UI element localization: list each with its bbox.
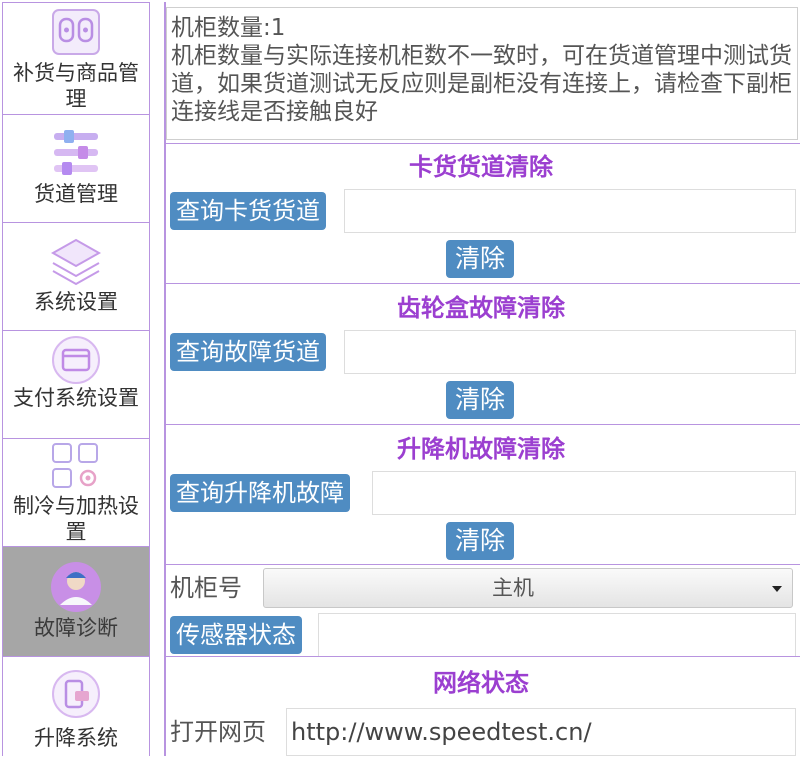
cabinet-info: 机柜数量:1 机柜数量与实际连接机柜数不一致时，可在货道管理中测试货道，如果货道… bbox=[166, 7, 798, 140]
query-stuck-button[interactable]: 查询卡货货道 bbox=[170, 192, 326, 230]
url-field[interactable]: http://www.speedtest.cn/ bbox=[286, 708, 796, 756]
sidebar-item-diagnostics[interactable]: 故障诊断 bbox=[3, 547, 149, 657]
sidebar-item-cooling[interactable]: 制冷与加热设置 bbox=[3, 439, 149, 547]
sidebar-item-label: 制冷与加热设置 bbox=[13, 494, 139, 544]
card-icon bbox=[51, 335, 101, 389]
lift-result-field[interactable] bbox=[372, 471, 796, 515]
lift-icon bbox=[51, 669, 101, 723]
clear-lift-button[interactable]: 清除 bbox=[446, 522, 514, 560]
cabinet-select[interactable]: 主机 bbox=[263, 568, 793, 608]
network-status-title: 网络状态 bbox=[433, 669, 529, 697]
sidebar-item-lift[interactable]: 升降系统 bbox=[3, 657, 149, 757]
query-lift-button[interactable]: 查询升降机故障 bbox=[170, 474, 350, 512]
cabinet-count: 机柜数量:1 bbox=[171, 15, 286, 41]
sidebar-item-label: 升降系统 bbox=[34, 726, 118, 750]
sensor-status-button[interactable]: 传感器状态 bbox=[170, 616, 302, 654]
sidebar-item-payment[interactable]: 支付系统设置 bbox=[3, 331, 149, 439]
sidebar-item-channel[interactable]: 货道管理 bbox=[3, 115, 149, 223]
query-gearbox-button[interactable]: 查询故障货道 bbox=[170, 333, 326, 371]
clear-gearbox-button[interactable]: 清除 bbox=[446, 381, 514, 419]
stuck-result-field[interactable] bbox=[344, 189, 796, 233]
divider bbox=[166, 564, 800, 565]
sidebar-item-system[interactable]: 系统设置 bbox=[3, 223, 149, 331]
chevron-down-icon bbox=[772, 586, 782, 592]
gearbox-result-field[interactable] bbox=[344, 330, 796, 374]
layers-icon bbox=[49, 237, 103, 291]
technician-icon bbox=[50, 561, 102, 617]
sidebar-item-label: 支付系统设置 bbox=[13, 386, 139, 410]
diagnostics-panel: 机柜数量:1 机柜数量与实际连接机柜数不一致时，可在货道管理中测试货道，如果货道… bbox=[164, 2, 800, 756]
sidebar-item-label: 故障诊断 bbox=[34, 616, 118, 640]
divider bbox=[166, 283, 800, 284]
stuck-channel-title: 卡货货道清除 bbox=[409, 153, 553, 181]
cabinet-label: 机柜号 bbox=[170, 574, 242, 602]
sidebar-item-label: 补货与商品管理 bbox=[13, 61, 139, 111]
divider bbox=[166, 143, 800, 144]
open-page-label: 打开网页 bbox=[170, 718, 266, 746]
cabinet-select-value: 主机 bbox=[492, 576, 534, 600]
restock-icon bbox=[50, 7, 102, 61]
sidebar-item-restock[interactable]: 补货与商品管理 bbox=[3, 3, 149, 115]
grid-gear-icon bbox=[50, 441, 102, 495]
sidebar: 补货与商品管理 货道管理 系统设置 支付系统设置 制冷与加热设置 故障诊断 升降… bbox=[2, 2, 150, 757]
sensor-result-field[interactable] bbox=[318, 613, 796, 657]
lift-fault-title: 升降机故障清除 bbox=[397, 435, 565, 463]
divider bbox=[166, 656, 800, 657]
gearbox-fault-title: 齿轮盒故障清除 bbox=[397, 294, 565, 322]
sidebar-item-label: 货道管理 bbox=[34, 182, 118, 206]
sidebar-item-label: 系统设置 bbox=[34, 290, 118, 314]
divider bbox=[166, 424, 800, 425]
channel-icon bbox=[50, 129, 102, 181]
cabinet-notice: 机柜数量与实际连接机柜数不一致时，可在货道管理中测试货道，如果货道测试无反应则是… bbox=[171, 43, 792, 125]
clear-stuck-button[interactable]: 清除 bbox=[446, 240, 514, 278]
